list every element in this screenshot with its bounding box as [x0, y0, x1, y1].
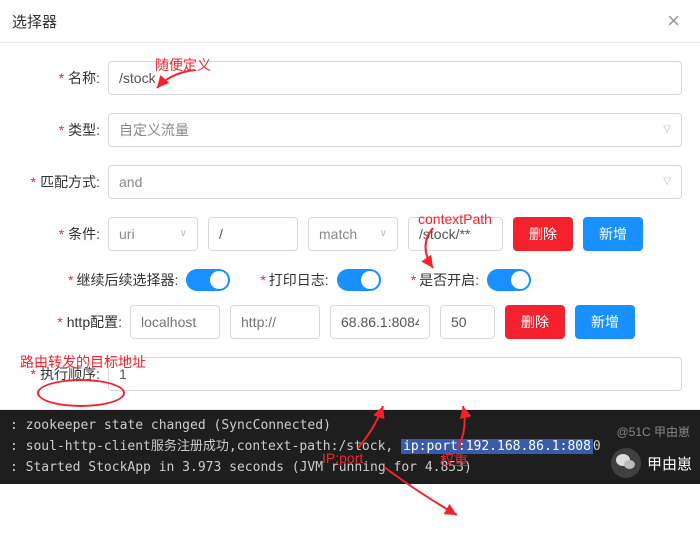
cond-match-value: match	[319, 224, 357, 244]
footer-logo: 甲由崽	[611, 448, 692, 478]
console-line: : Started StockApp in 3.973 seconds (JVM…	[10, 458, 690, 479]
console-highlight: ip:port:192.168.86.1:808	[401, 439, 593, 454]
row-type: 类型: 自定义流量 ▽	[18, 113, 682, 147]
add-condition-button[interactable]: 新增	[583, 217, 643, 251]
http-proto-input[interactable]	[230, 305, 320, 339]
row-name: 名称:	[18, 61, 682, 95]
chevron-down-icon: ∨	[180, 224, 187, 244]
type-label: 类型:	[18, 120, 108, 140]
continue-label: 继续后续选择器:	[68, 270, 178, 290]
modal-header: 选择器 ×	[0, 0, 700, 43]
name-label: 名称:	[18, 68, 108, 88]
row-order: 执行顺序:	[18, 357, 682, 391]
console-output: : zookeeper state changed (SyncConnected…	[0, 410, 700, 484]
match-select-value: and	[119, 172, 142, 192]
row-match: 匹配方式: and ▽	[18, 165, 682, 199]
cond-field-select[interactable]: uri ∨	[108, 217, 198, 251]
chevron-down-icon: ∨	[380, 224, 387, 244]
http-label: http配置:	[18, 312, 130, 332]
log-toggle[interactable]	[337, 269, 381, 291]
modal-title: 选择器	[12, 11, 57, 32]
console-line: : zookeeper state changed (SyncConnected…	[10, 416, 690, 437]
order-label: 执行顺序:	[18, 364, 108, 384]
wechat-icon	[611, 448, 641, 478]
close-icon[interactable]: ×	[667, 10, 680, 32]
chevron-down-icon: ▽	[663, 120, 671, 140]
row-http: http配置: 删除 新增	[18, 305, 682, 339]
open-label: 是否开启:	[411, 270, 479, 290]
modal-body: 名称: 类型: 自定义流量 ▽ 匹配方式: and ▽ 条件: uri ∨	[0, 43, 700, 409]
toggle-continue: 继续后续选择器:	[68, 269, 230, 291]
http-weight-input[interactable]	[440, 305, 495, 339]
cond-operator-input[interactable]	[208, 217, 298, 251]
open-toggle[interactable]	[487, 269, 531, 291]
http-ipport-input[interactable]	[330, 305, 430, 339]
delete-condition-button[interactable]: 删除	[513, 217, 573, 251]
cond-match-select[interactable]: match ∨	[308, 217, 398, 251]
cond-label: 条件:	[18, 224, 108, 244]
toggle-log: 打印日志:	[260, 269, 380, 291]
chevron-down-icon: ▽	[663, 172, 671, 192]
watermark: @51C 甲由崽	[616, 423, 690, 440]
toggle-open: 是否开启:	[411, 269, 531, 291]
row-condition: 条件: uri ∨ match ∨ 删除 新增	[18, 217, 682, 251]
match-label: 匹配方式:	[18, 172, 108, 192]
http-host-input[interactable]	[130, 305, 220, 339]
type-select-value: 自定义流量	[119, 120, 189, 140]
cond-field-value: uri	[119, 224, 135, 244]
add-http-button[interactable]: 新增	[575, 305, 635, 339]
continue-toggle[interactable]	[186, 269, 230, 291]
type-select[interactable]: 自定义流量 ▽	[108, 113, 682, 147]
log-label: 打印日志:	[260, 270, 328, 290]
console-line: : soul-http-client服务注册成功,context-path:/s…	[10, 437, 690, 458]
name-input[interactable]	[108, 61, 682, 95]
order-input[interactable]	[108, 357, 682, 391]
row-toggles: 继续后续选择器: 打印日志: 是否开启:	[18, 269, 682, 291]
cond-value-input[interactable]	[408, 217, 503, 251]
delete-http-button[interactable]: 删除	[505, 305, 565, 339]
selector-modal: 选择器 × 名称: 类型: 自定义流量 ▽ 匹配方式: and ▽ 条件:	[0, 0, 700, 410]
match-select[interactable]: and ▽	[108, 165, 682, 199]
footer-author: 甲由崽	[647, 453, 692, 474]
